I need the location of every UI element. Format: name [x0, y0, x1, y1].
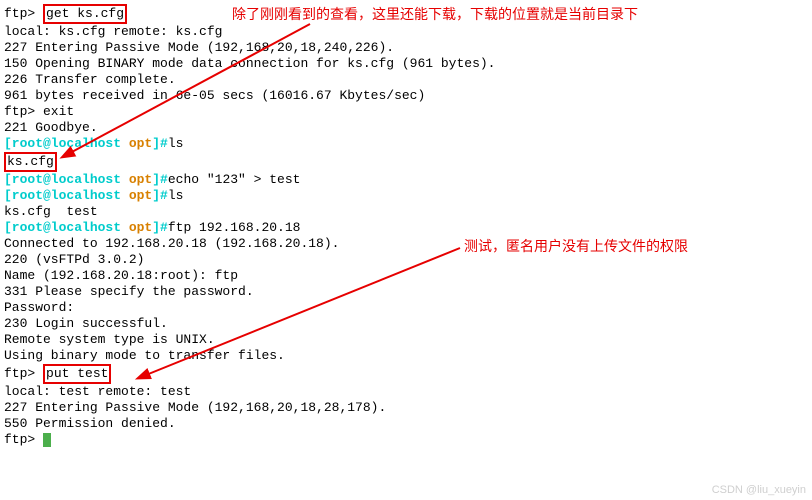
terminal-line: [root@localhost opt]#echo "123" > test [4, 172, 812, 188]
terminal-line: [root@localhost opt]#ls [4, 136, 812, 152]
terminal-line: 331 Please specify the password. [4, 284, 812, 300]
output-kscfg: ks.cfg [4, 152, 57, 172]
terminal-line: 230 Login successful. [4, 316, 812, 332]
terminal-line: Connected to 192.168.20.18 (192.168.20.1… [4, 236, 812, 252]
watermark: CSDN @liu_xueyin [712, 482, 806, 498]
shell-prompt-dir: opt [129, 220, 152, 235]
ftp-prompt: ftp> [4, 366, 43, 381]
terminal-line: [root@localhost opt]#ls [4, 188, 812, 204]
shell-prompt-dir: opt [129, 136, 152, 151]
shell-prompt-user: [root@localhost [4, 188, 129, 203]
shell-prompt-end: ]# [152, 220, 168, 235]
cmd-ls: ls [168, 136, 184, 151]
cmd-ftp: ftp 192.168.20.18 [168, 220, 301, 235]
shell-prompt-user: [root@localhost [4, 172, 129, 187]
terminal-line: 227 Entering Passive Mode (192,168,20,18… [4, 40, 812, 56]
terminal-line: 227 Entering Passive Mode (192,168,20,18… [4, 400, 812, 416]
shell-prompt-user: [root@localhost [4, 220, 129, 235]
terminal-line: ks.cfg test [4, 204, 812, 220]
shell-prompt-dir: opt [129, 172, 152, 187]
annotation-download: 除了刚刚看到的查看，这里还能下载，下载的位置就是当前目录下 [232, 6, 638, 22]
terminal-line: 550 Permission denied. [4, 416, 812, 432]
terminal-line: 961 bytes received in 6e-05 secs (16016.… [4, 88, 812, 104]
shell-prompt-end: ]# [152, 136, 168, 151]
terminal-line: Name (192.168.20.18:root): ftp [4, 268, 812, 284]
terminal-line: ftp> [4, 432, 812, 448]
cmd-get-kscfg: get ks.cfg [43, 4, 127, 24]
terminal-line: Password: [4, 300, 812, 316]
shell-prompt-dir: opt [129, 188, 152, 203]
terminal-line: [root@localhost opt]#ftp 192.168.20.18 [4, 220, 812, 236]
shell-prompt-user: [root@localhost [4, 136, 129, 151]
terminal-line: 226 Transfer complete. [4, 72, 812, 88]
cursor-block-icon [43, 433, 51, 447]
terminal-line: Using binary mode to transfer files. [4, 348, 812, 364]
cmd-echo: echo "123" > test [168, 172, 301, 187]
ftp-prompt: ftp> [4, 432, 43, 447]
terminal-line: ks.cfg [4, 152, 812, 172]
cmd-ls: ls [168, 188, 184, 203]
terminal-line: Remote system type is UNIX. [4, 332, 812, 348]
ftp-prompt: ftp> [4, 6, 43, 21]
terminal-line: 221 Goodbye. [4, 120, 812, 136]
annotation-upload-denied: 测试，匿名用户没有上传文件的权限 [464, 238, 688, 254]
terminal-line: 220 (vsFTPd 3.0.2) [4, 252, 812, 268]
shell-prompt-end: ]# [152, 188, 168, 203]
terminal-line: ftp> exit [4, 104, 812, 120]
terminal-line: 150 Opening BINARY mode data connection … [4, 56, 812, 72]
terminal-line: ftp> put test [4, 364, 812, 384]
terminal-line: local: test remote: test [4, 384, 812, 400]
shell-prompt-end: ]# [152, 172, 168, 187]
cmd-put-test: put test [43, 364, 111, 384]
terminal-line: local: ks.cfg remote: ks.cfg [4, 24, 812, 40]
